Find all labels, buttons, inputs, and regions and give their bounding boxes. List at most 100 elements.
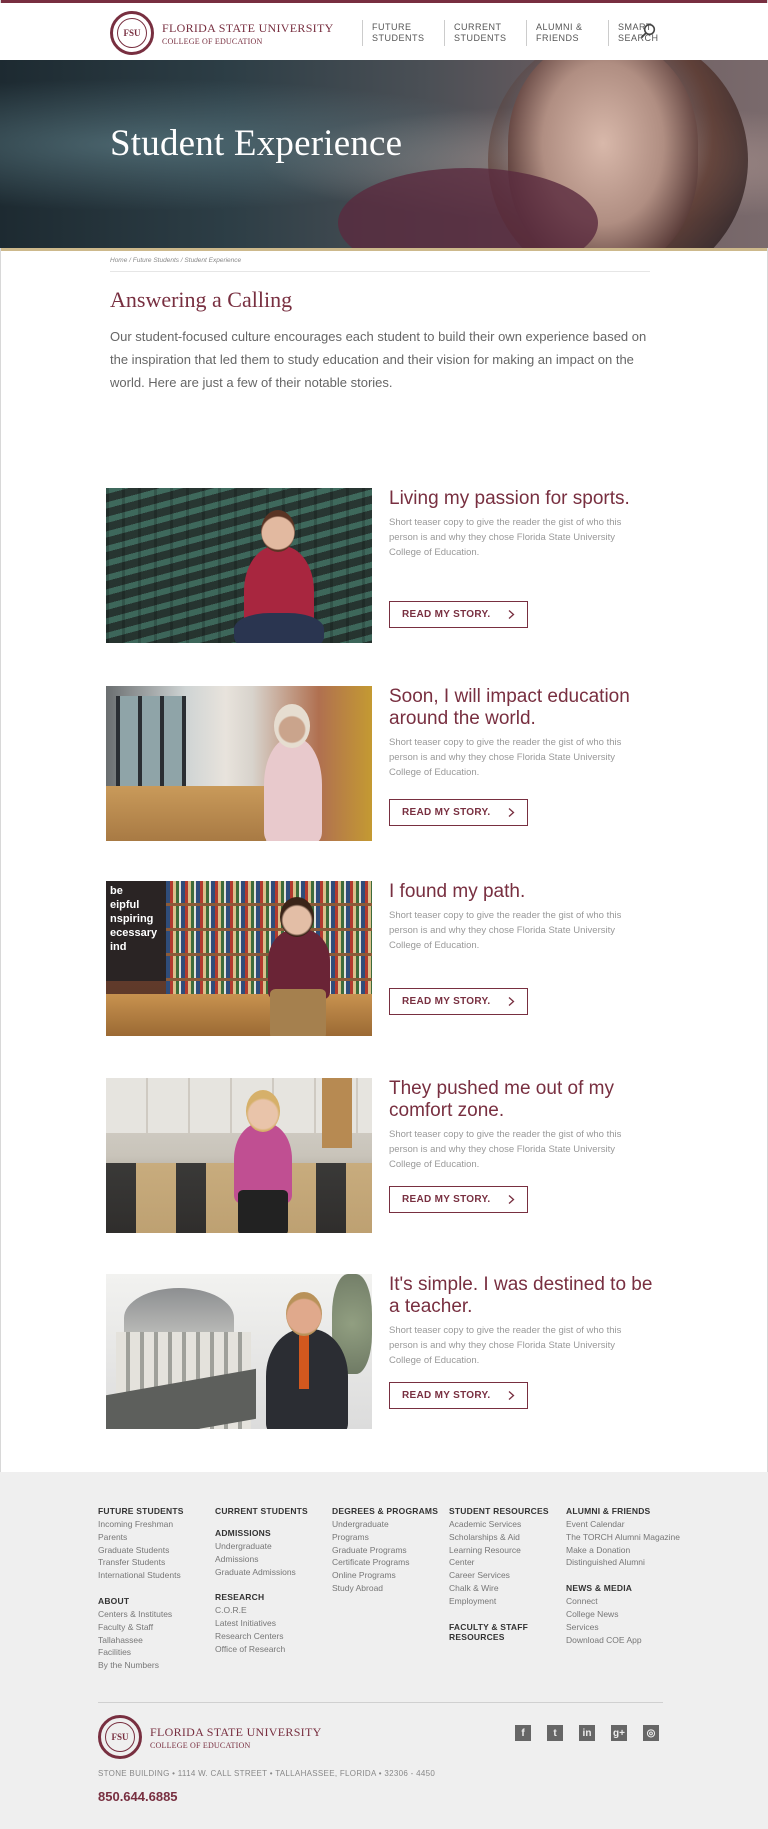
story-title[interactable]: Soon, I will impact education around the… [389,686,664,730]
google-plus-icon[interactable]: g+ [611,1725,627,1741]
chevron-right-icon [508,610,515,619]
footer-link[interactable]: Career Services [449,1569,564,1582]
footer-column-2: CURRENT STUDENTS ADMISSIONS Undergraduat… [215,1506,330,1656]
footer-link[interactable]: Distinguished Alumni [566,1556,706,1569]
footer-link[interactable]: Facilities [98,1646,213,1659]
footer-link[interactable]: Services [566,1621,706,1634]
site-header: FSU FLORIDA STATE UNIVERSITY COLLEGE OF … [0,3,768,60]
footer-logo-university: FLORIDA STATE UNIVERSITY [150,1724,322,1739]
footer-link[interactable]: Learning Resource [449,1544,564,1557]
footer-link[interactable]: Event Calendar [566,1518,706,1531]
footer-heading[interactable]: ABOUT [98,1596,213,1606]
chevron-right-icon [508,808,515,817]
instagram-icon[interactable]: ◎ [643,1725,659,1741]
linkedin-icon[interactable]: in [579,1725,595,1741]
twitter-icon[interactable]: t [547,1725,563,1741]
footer-link[interactable]: Latest Initiatives [215,1617,330,1630]
footer-link[interactable]: Centers & Institutes [98,1608,213,1621]
story-teaser: Short teaser copy to give the reader the… [389,910,622,951]
read-my-story-button[interactable]: READ MY STORY. [389,1186,528,1213]
footer-link[interactable]: Undergraduate [215,1540,330,1553]
read-my-story-button[interactable]: READ MY STORY. [389,601,528,628]
search-icon[interactable] [640,23,656,39]
footer-link[interactable]: Graduate Programs [332,1544,447,1557]
footer-link[interactable]: C.O.R.E [215,1604,330,1617]
footer-link[interactable]: Online Programs [332,1569,447,1582]
footer-link[interactable]: Research Centers [215,1630,330,1643]
footer-logo-college: COLLEGE OF EDUCATION [150,1740,251,1750]
chevron-right-icon [508,997,515,1006]
footer-link[interactable]: Academic Services [449,1518,564,1531]
read-my-story-button[interactable]: READ MY STORY. [389,1382,528,1409]
footer-link[interactable]: Study Abroad [332,1582,447,1595]
footer-heading[interactable]: STUDENT RESOURCES [449,1506,564,1516]
footer-link[interactable]: Transfer Students [98,1556,213,1569]
footer-link[interactable]: Undergraduate [332,1518,447,1531]
fsu-seal-icon: FSU [98,1715,142,1759]
logo-text: FLORIDA STATE UNIVERSITY COLLEGE OF EDUC… [162,21,334,46]
footer-link[interactable]: Download COE App [566,1634,706,1647]
footer-heading[interactable]: RESEARCH [215,1592,330,1602]
footer-link[interactable]: Tallahassee [98,1634,213,1647]
footer-link[interactable]: Employment [449,1595,564,1608]
footer-link[interactable]: Connect [566,1595,706,1608]
logo-college: COLLEGE OF EDUCATION [162,36,263,46]
footer-divider [98,1702,663,1703]
footer-link[interactable]: Make a Donation [566,1544,706,1557]
story-photo-capitol[interactable] [106,1274,372,1429]
footer-link[interactable]: Certificate Programs [332,1556,447,1569]
fsu-logo[interactable]: FSU FLORIDA STATE UNIVERSITY COLLEGE OF … [110,11,334,55]
footer-link[interactable]: Office of Research [215,1643,330,1656]
footer-heading[interactable]: NEWS & MEDIA [566,1583,706,1593]
footer-phone[interactable]: 850.644.6885 [98,1789,178,1804]
nav-future-students[interactable]: FUTURE STUDENTS [362,20,444,46]
facebook-icon[interactable]: f [515,1725,531,1741]
footer-link[interactable]: Admissions [215,1553,330,1566]
story-card: They pushed me out of my comfort zone. S… [106,1078,666,1233]
story-title[interactable]: Living my passion for sports. [389,488,664,510]
footer-link[interactable]: Chalk & Wire [449,1582,564,1595]
story-photo-library[interactable]: be eipful nspiring ecessary ind [106,881,372,1036]
footer-link[interactable]: By the Numbers [98,1659,213,1672]
story-card: It's simple. I was destined to be a teac… [106,1274,666,1429]
footer-link[interactable]: Graduate Admissions [215,1566,330,1579]
story-teaser: Short teaser copy to give the reader the… [389,517,622,558]
story-teaser: Short teaser copy to give the reader the… [389,1129,622,1170]
footer-column-4: STUDENT RESOURCES Academic Services Scho… [449,1506,564,1644]
footer-link[interactable]: Programs [332,1531,447,1544]
footer-address: STONE BUILDING • 1114 W. CALL STREET • T… [98,1769,436,1778]
footer-heading[interactable]: ADMISSIONS [215,1528,330,1538]
footer-heading[interactable]: CURRENT STUDENTS [215,1506,330,1516]
footer-heading[interactable]: FACULTY & STAFF RESOURCES [449,1622,534,1642]
breadcrumb[interactable]: Home / Future Students / Student Experie… [110,257,241,264]
nav-alumni-friends[interactable]: ALUMNI & FRIENDS [526,20,608,46]
footer-link[interactable]: Incoming Freshman [98,1518,213,1531]
footer-heading[interactable]: FUTURE STUDENTS [98,1506,213,1516]
read-my-story-button[interactable]: READ MY STORY. [389,988,528,1015]
read-my-story-button[interactable]: READ MY STORY. [389,799,528,826]
footer-heading[interactable]: DEGREES & PROGRAMS [332,1506,447,1516]
story-photo-education-world[interactable] [106,686,372,841]
footer-column-3: DEGREES & PROGRAMS Undergraduate Program… [332,1506,447,1595]
story-photo-classroom[interactable] [106,1078,372,1233]
nav-current-students[interactable]: CURRENT STUDENTS [444,20,526,46]
chevron-right-icon [508,1195,515,1204]
story-title[interactable]: They pushed me out of my comfort zone. [389,1078,664,1122]
story-photo-sports[interactable] [106,488,372,643]
story-title[interactable]: I found my path. [389,881,664,903]
story-teaser: Short teaser copy to give the reader the… [389,1325,622,1366]
footer-link[interactable]: Graduate Students [98,1544,213,1557]
footer-heading[interactable]: ALUMNI & FRIENDS [566,1506,706,1516]
footer-link[interactable]: The TORCH Alumni Magazine [566,1531,706,1544]
footer-link[interactable]: Parents [98,1531,213,1544]
footer-link[interactable]: Faculty & Staff [98,1621,213,1634]
footer-fsu-logo[interactable]: FSU FLORIDA STATE UNIVERSITY COLLEGE OF … [98,1715,322,1759]
story-title[interactable]: It's simple. I was destined to be a teac… [389,1274,664,1318]
hero-banner: Student Experience [0,60,768,248]
footer-link[interactable]: Scholarships & Aid [449,1531,564,1544]
story-card: Soon, I will impact education around the… [106,686,666,841]
footer-column-1: FUTURE STUDENTS Incoming Freshman Parent… [98,1506,213,1672]
footer-link[interactable]: International Students [98,1569,213,1582]
footer-link[interactable]: Center [449,1556,564,1569]
footer-link[interactable]: College News [566,1608,706,1621]
